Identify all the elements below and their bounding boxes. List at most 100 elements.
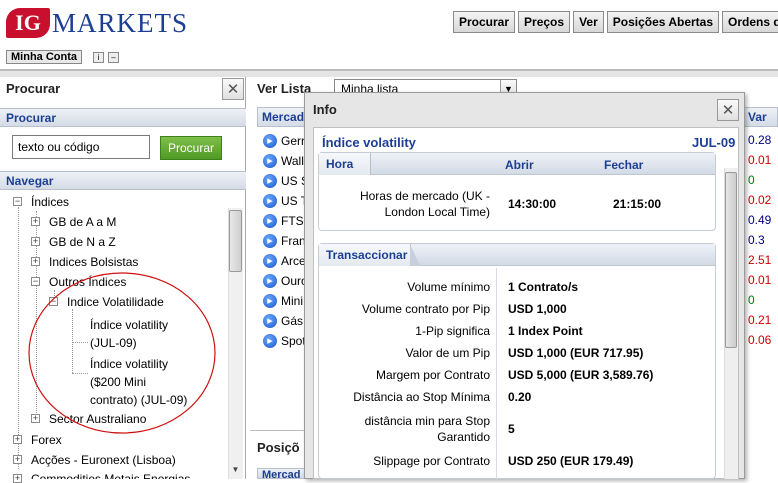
variation-value: 0.49 [748,213,772,227]
market-info-icon[interactable]: ▶ [263,254,277,268]
trading-row-label: 1-Pip significa [415,324,490,338]
nav-procurar-button[interactable]: Procurar [453,11,516,33]
info-dialog-title: Info [313,102,337,117]
tree-item-indices[interactable]: Índices [31,195,69,209]
close-column-header: Fechar [604,158,644,172]
market-row[interactable]: ▶ Arce [263,251,306,271]
market-info-icon[interactable]: ▶ [263,194,277,208]
market-name: Wall [281,154,304,168]
market-name: Fran [281,234,306,248]
variation-value: 2.51 [748,253,772,267]
close-icon: ✕ [226,81,240,98]
market-info-icon[interactable]: ▶ [263,134,277,148]
variation-value: 0.06 [748,333,772,347]
market-info-icon[interactable]: ▶ [263,174,277,188]
trading-row-label: Valor de um Pip [405,346,491,360]
expand-icon[interactable]: + [13,455,22,464]
variation-value: 0.02 [748,193,772,207]
tree-item-gb-n-z[interactable]: GB de N a Z [49,235,116,249]
close-search-panel-button[interactable]: ✕ [222,78,244,100]
trading-tab[interactable]: Transaccionar [319,244,411,266]
market-row[interactable]: ▶ US S [263,171,309,191]
market-info-icon[interactable]: ▶ [263,334,277,348]
logo-ig-mark: IG [6,8,50,38]
search-input[interactable] [12,135,150,159]
market-row[interactable]: ▶ Ouro [263,271,308,291]
market-row[interactable]: ▶ Wall [263,151,304,171]
market-info-icon[interactable]: ▶ [263,214,277,228]
trading-row-value: USD 1,000 [508,302,567,316]
tree-item-gb-a-m[interactable]: GB de A a M [49,215,116,229]
variation-value: 0 [748,173,755,187]
market-row[interactable]: ▶ Fran [263,231,306,251]
minimize-small-icon[interactable]: – [108,52,119,63]
variation-value: 0.01 [748,153,772,167]
instrument-name: Índice volatility [322,135,416,150]
instrument-expiry: JUL-09 [692,135,736,150]
tree-item-commodities[interactable]: Commodities Metais Energias [31,472,190,479]
navigate-section-header: Navegar [0,171,246,190]
open-column-header: Abrir [505,158,534,172]
tree-item-indices-bolsistas[interactable]: Indices Bolsistas [49,255,138,269]
expand-icon[interactable]: + [31,257,40,266]
market-info-icon[interactable]: ▶ [263,274,277,288]
tree-item-accoes-euronext[interactable]: Acções - Euronext (Lisboa) [31,453,176,467]
market-info-icon[interactable]: ▶ [263,154,277,168]
collapse-icon[interactable]: − [13,197,22,206]
market-name: Spot [281,334,306,348]
ig-markets-logo[interactable]: IG MARKETS [6,8,188,38]
annotation-ellipse [28,272,216,434]
scroll-down-icon[interactable]: ▼ [229,465,242,477]
trading-row-label: Volume mínimo [407,280,490,294]
variation-column-header[interactable]: Var [744,107,778,127]
account-label[interactable]: Minha Conta [6,50,82,64]
variation-value: 0.01 [748,273,772,287]
expand-icon[interactable]: + [31,237,40,246]
market-hours-label-line: London Local Time) [384,205,490,219]
trading-row-value: USD 1,000 (EUR 717.95) [508,346,644,360]
info-scrollbar-thumb[interactable] [725,172,737,348]
market-row[interactable]: ▶ Spot [263,331,306,351]
market-row[interactable]: ▶ Gerr [263,131,305,151]
trading-row-label: Distância ao Stop Mínima [353,390,490,404]
search-button[interactable]: Procurar [160,136,222,160]
close-time: 21:15:00 [613,197,662,211]
market-row[interactable]: ▶ US T [263,191,308,211]
search-panel-title: Procurar [6,81,61,96]
nav-ver-button[interactable]: Ver [573,11,604,33]
tab-arrow-icon [410,244,420,266]
market-row[interactable]: ▶ FTSI [263,211,307,231]
nav-ordens-button[interactable]: Ordens de [722,11,778,33]
market-hours-label: Horas de mercado (UK - London Local Time… [330,188,490,220]
close-info-dialog-button[interactable]: ✕ [717,99,739,121]
nav-precos-button[interactable]: Preços [518,11,571,33]
market-hours-label-line: Horas de mercado (UK - [359,189,490,203]
variation-value: 0.3 [748,233,765,247]
variation-value: 0.28 [748,133,772,147]
tree-guide-line [18,207,19,469]
market-info-icon[interactable]: ▶ [263,294,277,308]
trading-row-value: USD 250 (EUR 179.49) [508,454,634,468]
market-row[interactable]: ▶ Gás [263,311,303,331]
top-navigation: Procurar Preços Ver Posições Abertas Ord… [453,11,778,33]
trading-row-value: 1 Index Point [508,324,583,338]
search-section-header: Procurar [0,108,246,127]
expand-icon[interactable]: + [31,217,40,226]
market-row[interactable]: ▶ Mini [263,291,303,311]
expand-icon[interactable]: + [13,435,22,444]
hours-tab[interactable]: Hora [319,153,371,175]
trading-row-value: 0.20 [508,390,532,404]
info-small-icon[interactable]: i [93,52,104,63]
market-info-icon[interactable]: ▶ [263,234,277,248]
column-divider [496,268,497,479]
trading-row-label: distância min para Stop Garantido [364,414,490,444]
trading-row-label: Slippage por Contrato [373,454,490,468]
trading-row-value: 1 Contrato/s [508,280,579,294]
open-time: 14:30:00 [508,197,557,211]
nav-posicoes-abertas-button[interactable]: Posições Abertas [606,11,720,33]
market-name: Gerr [281,134,305,148]
tree-scrollbar-thumb[interactable] [229,210,242,272]
positions-title: Posiçõ [257,440,300,455]
market-info-icon[interactable]: ▶ [263,314,277,328]
variation-value: 0 [748,293,755,307]
